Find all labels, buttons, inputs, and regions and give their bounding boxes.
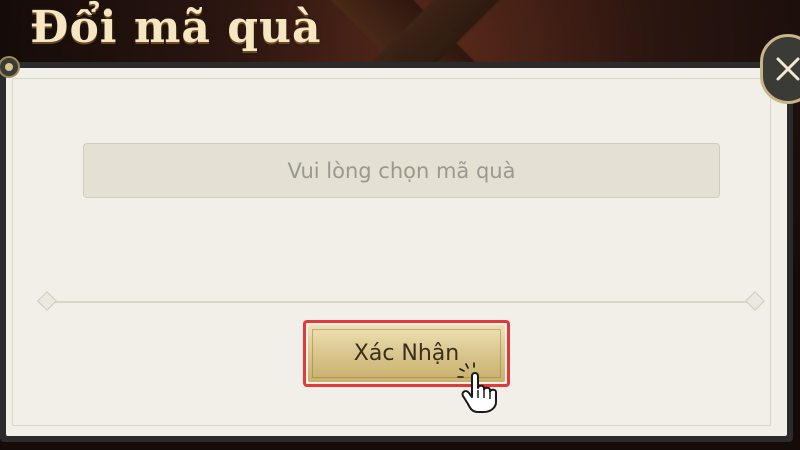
close-icon [776,57,800,81]
confirm-button-label: Xác Nhận [353,341,460,366]
close-button[interactable] [760,34,800,104]
background-decoration [300,0,560,70]
dialog-title: Đổi mã quà [30,2,322,53]
hand-pointer-icon [457,362,497,413]
divider [48,301,753,303]
gift-code-input[interactable]: Vui lòng chọn mã quà [83,143,720,198]
gift-code-placeholder: Vui lòng chọn mã quà [287,158,516,183]
